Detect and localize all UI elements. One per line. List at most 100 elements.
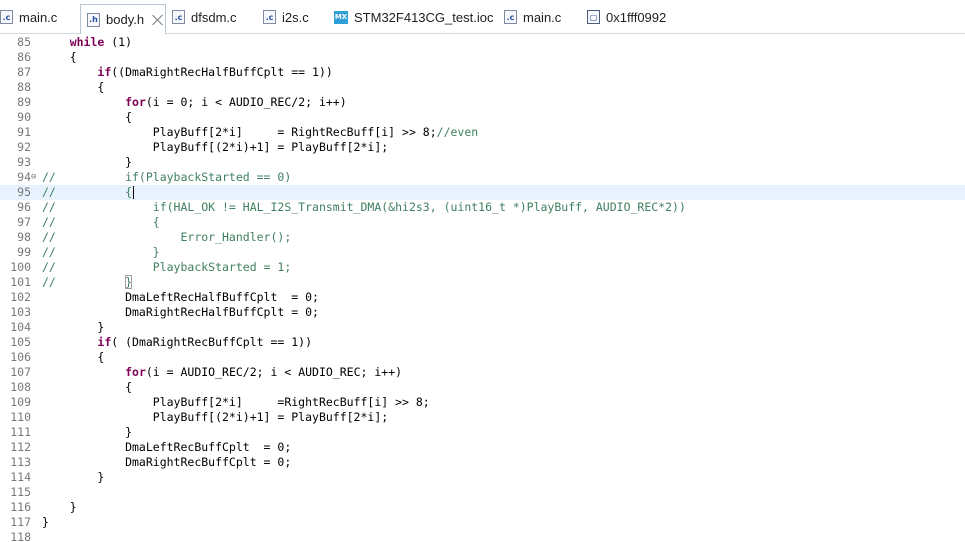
code-line[interactable]: 89 for(i = 0; i < AUDIO_REC/2; i++) [0, 95, 965, 110]
code-line[interactable]: 107 for(i = AUDIO_REC/2; i < AUDIO_REC; … [0, 365, 965, 380]
line-number: 102 [10, 290, 31, 304]
code-line[interactable]: 105 if( (DmaRightRecBuffCplt == 1)) [0, 335, 965, 350]
line-number: 112 [10, 440, 31, 454]
line-number: 111 [10, 425, 31, 439]
tab-disassembly[interactable]: ▢ 0x1fff0992 [587, 5, 666, 29]
code-line[interactable]: 116 } [0, 500, 965, 515]
line-number: 86 [17, 50, 31, 64]
code-token: ( (DmaRightRecBuffCplt == 1)) [111, 335, 313, 349]
line-number: 97 [17, 215, 31, 229]
line-number: 89 [17, 95, 31, 109]
code-line[interactable]: 106 { [0, 350, 965, 365]
code-line[interactable]: 102 DmaLeftRecHalfBuffCplt = 0; [0, 290, 965, 305]
code-line[interactable]: 118 [0, 530, 965, 542]
code-text: { [42, 50, 77, 65]
code-line[interactable]: 92 PlayBuff[(2*i)+1] = PlayBuff[2*i]; [0, 140, 965, 155]
comment-token: // } [42, 245, 160, 259]
code-line[interactable]: 97 // { [0, 215, 965, 230]
code-line[interactable]: 86 { [0, 50, 965, 65]
code-token: (1) [104, 35, 133, 49]
code-line[interactable]: 117} [0, 515, 965, 530]
code-line[interactable]: 113 DmaRightRecBuffCplt = 0; [0, 455, 965, 470]
text-cursor [133, 186, 135, 199]
line-number: 96 [17, 200, 31, 214]
line-number: 118 [10, 530, 31, 542]
keyword-token: if [97, 65, 112, 79]
tab-ioc-file[interactable]: MX STM32F413CG_test.ioc [334, 5, 493, 29]
code-token: } [42, 515, 49, 529]
code-text: } [42, 470, 104, 485]
comment-token: // { [42, 215, 160, 229]
code-line[interactable]: 88 { [0, 80, 965, 95]
tab-label: main.c [19, 9, 58, 25]
code-text: if( (DmaRightRecBuffCplt == 1)) [42, 335, 312, 350]
code-line[interactable]: 99 // } [0, 245, 965, 260]
code-line[interactable]: 108 { [0, 380, 965, 395]
line-number: 88 [17, 80, 31, 94]
line-number: 116 [10, 500, 31, 514]
code-line[interactable]: 94 ⊖// if(PlaybackStarted == 0) [0, 170, 965, 185]
line-number: 105 [10, 335, 31, 349]
line-number: 91 [17, 125, 31, 139]
line-number: 93 [17, 155, 31, 169]
tab-main-c-2[interactable]: .c main.c [504, 5, 561, 29]
fold-toggle-icon[interactable]: ⊖ [31, 170, 39, 185]
code-line[interactable]: 90 { [0, 110, 965, 125]
code-token: { [42, 350, 105, 364]
code-line[interactable]: 111 } [0, 425, 965, 440]
code-token: } [42, 155, 133, 169]
code-line[interactable]: 114 } [0, 470, 965, 485]
code-line[interactable]: 96 // if(HAL_OK != HAL_I2S_Transmit_DMA(&… [0, 200, 965, 215]
code-text: } [42, 320, 104, 335]
code-text: // Error_Handler(); [42, 230, 291, 245]
code-text: // { [42, 215, 160, 230]
code-line[interactable]: 109 PlayBuff[2*i] =RightRecBuff[i] >> 8; [0, 395, 965, 410]
code-line[interactable]: 85 while (1) [0, 35, 965, 50]
code-text: } [42, 155, 132, 170]
tab-body-h[interactable]: .h body.h [80, 4, 166, 34]
code-line[interactable]: 95 // { [0, 185, 965, 200]
code-line[interactable]: 93 } [0, 155, 965, 170]
code-text: // if(PlaybackStarted == 0) [42, 170, 291, 185]
line-number: 110 [10, 410, 31, 424]
code-text: // } [42, 275, 133, 290]
tab-label: i2s.c [282, 9, 309, 25]
tab-main-c[interactable]: .c main.c [0, 5, 57, 29]
line-number: 113 [10, 455, 31, 469]
line-number: 104 [10, 320, 31, 334]
code-token: PlayBuff[(2*i)+1] = PlayBuff[2*i]; [42, 410, 389, 424]
code-line[interactable]: 112 DmaLeftRecBuffCplt = 0; [0, 440, 965, 455]
code-text: PlayBuff[(2*i)+1] = PlayBuff[2*i]; [42, 140, 388, 155]
code-token: { [42, 380, 133, 394]
code-line[interactable]: 98 // Error_Handler(); [0, 230, 965, 245]
disassembly-icon: ▢ [587, 10, 600, 24]
code-token: ((DmaRightRecHalfBuffCplt == 1)) [111, 65, 333, 79]
line-number: 94 [17, 170, 31, 184]
keyword-token: for [125, 365, 146, 379]
code-line[interactable]: 87 if((DmaRightRecHalfBuffCplt == 1)) [0, 65, 965, 80]
code-editor[interactable]: 85 while (1) 86 {87 if((DmaRightRecHalfBu… [0, 34, 965, 542]
code-line[interactable]: 100 // PlaybackStarted = 1; [0, 260, 965, 275]
close-icon[interactable] [152, 14, 164, 26]
code-text: for(i = 0; i < AUDIO_REC/2; i++) [42, 95, 347, 110]
code-line[interactable]: 91 PlayBuff[2*i] = RightRecBuff[i] >> 8;… [0, 125, 965, 140]
code-line[interactable]: 104 } [0, 320, 965, 335]
code-line[interactable]: 110 PlayBuff[(2*i)+1] = PlayBuff[2*i]; [0, 410, 965, 425]
code-token: } [42, 425, 133, 439]
tab-label: body.h [106, 12, 145, 27]
line-number: 92 [17, 140, 31, 154]
line-number: 107 [10, 365, 31, 379]
line-number: 101 [10, 275, 31, 289]
code-line[interactable]: 103 DmaRightRecHalfBuffCplt = 0; [0, 305, 965, 320]
code-line[interactable]: 115 [0, 485, 965, 500]
code-text: PlayBuff[2*i] =RightRecBuff[i] >> 8; [42, 395, 430, 410]
code-line[interactable]: 101 // } [0, 275, 965, 290]
tab-dfsdm-c[interactable]: .c dfsdm.c [172, 5, 237, 29]
comment-token: } [125, 275, 133, 289]
tab-i2s-c[interactable]: .c i2s.c [263, 5, 309, 29]
code-token: { [42, 50, 77, 64]
code-token: (i = AUDIO_REC/2; i < AUDIO_REC; i++) [145, 365, 403, 379]
